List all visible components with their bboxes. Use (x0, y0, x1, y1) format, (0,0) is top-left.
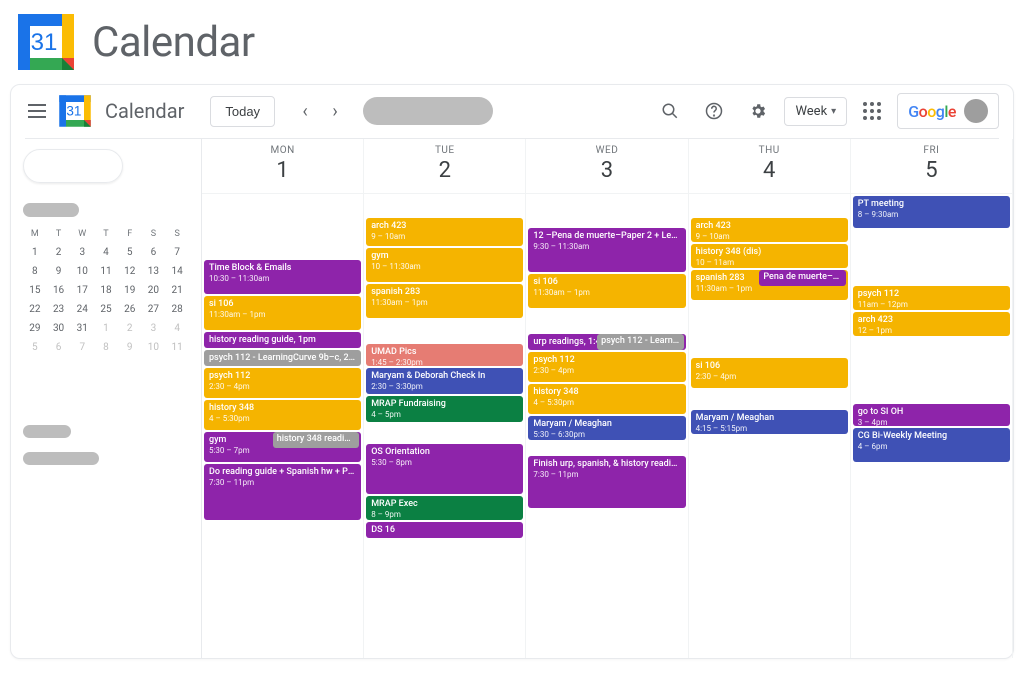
week-nav: ‹ › (291, 97, 349, 125)
calendar-event[interactable]: si 10611:30am – 1pm (528, 274, 685, 308)
day-header[interactable]: WED3 (526, 139, 688, 193)
calendar-event[interactable]: DS 16 (366, 522, 523, 538)
calendar-event[interactable]: CG Bi-Weekly Meeting4 – 6pm (853, 428, 1010, 462)
day-column[interactable]: Time Block & Emails10:30 – 11:30amsi 106… (202, 193, 364, 658)
day-columns: Time Block & Emails10:30 – 11:30amsi 106… (202, 193, 1013, 658)
create-button[interactable] (23, 149, 123, 183)
calendar-event[interactable]: Pena de muerte–Pap (759, 270, 845, 286)
calendar-event[interactable]: history 348 (dis)10 – 11am (691, 244, 848, 268)
calendar-event[interactable]: arch 4239 – 10am (366, 218, 523, 246)
product-banner: 31 Calendar (0, 0, 1024, 84)
calendar-event[interactable]: OS Orientation5:30 – 8pm (366, 444, 523, 494)
week-grid: MON1TUE2WED3THU4FRI5 Time Block & Emails… (201, 139, 1013, 658)
today-button[interactable]: Today (210, 96, 275, 127)
calendar-event[interactable]: gym10 – 11:30am (366, 248, 523, 282)
calendar-event[interactable]: 12 –Pena de muerte–Paper 2 + Learning Cu… (528, 228, 685, 272)
day-column[interactable]: 12 –Pena de muerte–Paper 2 + Learning Cu… (526, 193, 688, 658)
calendar-event[interactable]: MRAP Fundraising4 – 5pm (366, 396, 523, 422)
calendar-event[interactable]: history 3484 – 5:30pm (204, 400, 361, 430)
menu-icon[interactable] (25, 99, 49, 123)
calendar-logo-small: 31 (57, 93, 93, 129)
app-body: MTWTFSS 12345678910111213141516171819202… (11, 139, 1013, 658)
calendar-event[interactable]: si 1062:30 – 4pm (691, 358, 848, 388)
day-column[interactable]: arch 4239 – 10amgym10 – 11:30amspanish 2… (364, 193, 526, 658)
calendar-logo-large: 31 (14, 10, 78, 74)
sidebar: MTWTFSS 12345678910111213141516171819202… (11, 139, 201, 658)
day-column[interactable]: arch 4239 – 10amhistory 348 (dis)10 – 11… (689, 193, 851, 658)
svg-text:31: 31 (66, 104, 81, 119)
calendar-event[interactable]: psych 1122:30 – 4pm (204, 368, 361, 398)
calendar-event[interactable]: psych 112 - LearningCurve 9b–c, 2pm (204, 350, 361, 366)
date-range-placeholder (363, 97, 493, 125)
banner-title: Calendar (92, 18, 255, 67)
sidebar-input-placeholder[interactable] (23, 383, 163, 403)
mini-cal-headers: MTWTFSS (23, 229, 189, 239)
search-icon[interactable] (658, 99, 682, 123)
calendar-event[interactable]: UMAD Pics1:45 – 2:30pm (366, 344, 523, 366)
avatar (964, 99, 988, 123)
month-label-placeholder (23, 203, 79, 217)
app-title: Calendar (105, 99, 184, 123)
view-select[interactable]: Week ▾ (784, 97, 847, 126)
apps-icon[interactable] (863, 102, 881, 120)
google-logo-text: Google (908, 102, 956, 121)
sidebar-section-placeholder (23, 425, 71, 438)
calendar-event[interactable]: arch 4239 – 10am (691, 218, 848, 242)
calendar-event[interactable]: psych 11211am – 12pm (853, 286, 1010, 310)
day-headers: MON1TUE2WED3THU4FRI5 (202, 139, 1013, 193)
sidebar-section-placeholder (23, 452, 99, 465)
calendar-event[interactable]: history 348 reading + (273, 432, 359, 448)
view-label: Week (795, 104, 827, 119)
calendar-event[interactable]: PT meeting8 – 9:30am (853, 196, 1010, 228)
account-switcher[interactable]: Google (897, 93, 999, 129)
calendar-event[interactable]: spanish 28311:30am – 1pm (366, 284, 523, 318)
day-header[interactable]: FRI5 (851, 139, 1013, 193)
day-column[interactable]: PT meeting8 – 9:30am psych 11211am – 12pm… (851, 193, 1013, 658)
settings-icon[interactable] (746, 99, 770, 123)
calendar-event[interactable]: Time Block & Emails10:30 – 11:30am (204, 260, 361, 294)
calendar-event[interactable]: history 3484 – 5:30pm (528, 384, 685, 414)
mini-calendar[interactable]: MTWTFSS 12345678910111213141516171819202… (23, 229, 189, 353)
calendar-event[interactable]: arch 42312 – 1pm (853, 312, 1010, 336)
calendar-event[interactable]: Maryam / Meaghan4:15 – 5:15pm (691, 410, 848, 434)
calendar-event[interactable]: MRAP Exec8 – 9pm (366, 496, 523, 520)
app-header: 31 Calendar Today ‹ › Week ▾ Google (11, 85, 1013, 138)
svg-text:31: 31 (31, 29, 58, 56)
calendar-event[interactable]: Do reading guide + Spanish hw + Paper ou… (204, 464, 361, 520)
calendar-event[interactable]: psych 1122:30 – 4pm (528, 352, 685, 382)
day-header[interactable]: TUE2 (364, 139, 526, 193)
day-header[interactable]: MON1 (202, 139, 364, 193)
help-icon[interactable] (702, 99, 726, 123)
calendar-event[interactable]: psych 112 - Learning (597, 334, 683, 350)
calendar-event[interactable]: go to SI OH3 – 4pm (853, 404, 1010, 426)
chevron-down-icon: ▾ (831, 106, 836, 117)
calendar-app: 31 Calendar Today ‹ › Week ▾ Google (10, 84, 1014, 659)
prev-icon[interactable]: ‹ (291, 97, 319, 125)
calendar-event[interactable]: Maryam / Meaghan5:30 – 6:30pm (528, 416, 685, 440)
next-icon[interactable]: › (321, 97, 349, 125)
calendar-event[interactable]: si 10611:30am – 1pm (204, 296, 361, 330)
calendar-event[interactable]: history reading guide, 1pm (204, 332, 361, 348)
day-header[interactable]: THU4 (689, 139, 851, 193)
calendar-event[interactable]: Maryam & Deborah Check In2:30 – 3:30pm (366, 368, 523, 394)
calendar-event[interactable]: Finish urp, spanish, & history readings7… (528, 456, 685, 508)
